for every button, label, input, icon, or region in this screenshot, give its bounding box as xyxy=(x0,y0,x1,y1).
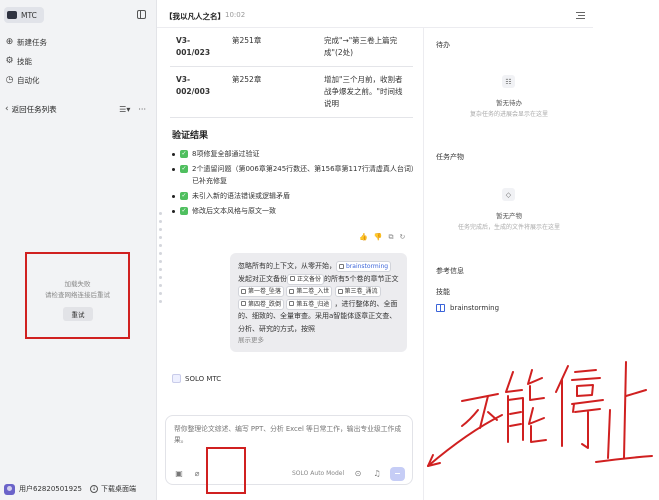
table-cell-chapter: 第251章 xyxy=(226,28,318,67)
folder-tag[interactable]: 第四卷_跌倒 xyxy=(238,298,285,310)
annotation-send-highlight xyxy=(206,447,246,494)
folder-icon xyxy=(241,288,246,294)
image-attach-icon[interactable]: ▣ xyxy=(174,468,184,478)
book-icon xyxy=(436,304,445,312)
workspace-name: MTC xyxy=(21,10,37,20)
sidebar-item-label: 技能 xyxy=(17,56,32,66)
app-logo-icon xyxy=(7,11,17,19)
table-cell-volume: V3-002/003 xyxy=(170,66,226,118)
check-icon: ✓ xyxy=(180,192,188,200)
chevron-left-icon: ‹ xyxy=(5,104,9,114)
load-fail-hint: 请检查网络连接后重试 xyxy=(45,291,110,299)
table-cell-change: 完成"→"第三卷上篇完成"(2处) xyxy=(318,28,413,67)
list-item: ✓ 修改后文本风格与原文一致 xyxy=(172,205,417,217)
avatar[interactable] xyxy=(4,483,15,495)
folder-tag[interactable]: 第二卷_入世 xyxy=(286,286,333,297)
sidebar-item-automation[interactable]: ◷ 自动化 xyxy=(5,73,40,87)
table-row: V3-001/023 第251章 完成"→"第三卷上篇完成"(2处) xyxy=(170,28,413,67)
chapter-change-table: V3-001/023 第251章 完成"→"第三卷上篇完成"(2处) V3-00… xyxy=(170,28,413,118)
copy-icon[interactable]: ⧉ xyxy=(388,233,393,242)
filter-icon[interactable]: ☰▾ xyxy=(119,105,130,114)
table-cell-change: 增加"三个月前，收割者战争爆发之前。"时间线说明 xyxy=(318,66,413,118)
settings-icon[interactable]: ⊙ xyxy=(353,468,363,478)
panel-toggle-icon[interactable] xyxy=(576,12,585,19)
user-message-bubble: 忽略所有的上下文，从零开始， brainstorming 发起对正文备份 正文备份的… xyxy=(230,253,407,352)
agent-icon xyxy=(172,374,181,383)
folder-tag[interactable]: 正文备份 xyxy=(287,273,325,285)
list-item: ✓ 未引入新的语法错误或逻辑矛盾 xyxy=(172,190,417,202)
section-title: 返回任务列表 xyxy=(11,104,57,114)
folder-icon xyxy=(241,301,246,306)
user-bar: 用户62820501925 ↓ 下载桌面端 xyxy=(4,482,154,496)
folder-icon xyxy=(289,288,295,294)
skill-tag[interactable]: brainstorming xyxy=(336,261,392,272)
folder-tag[interactable]: 第五卷_归途 xyxy=(286,298,333,310)
check-icon: ✓ xyxy=(180,165,188,173)
send-button[interactable] xyxy=(390,467,405,481)
more-icon[interactable]: ··· xyxy=(138,105,146,114)
sidebar-collapse-icon[interactable] xyxy=(137,10,146,19)
list-item: ✓ 8项修复全部通过验证 xyxy=(172,148,417,160)
todo-title: 待办 xyxy=(436,41,450,49)
retry-button[interactable]: 重试 xyxy=(63,307,93,321)
skill-tag-icon xyxy=(339,263,344,269)
folder-icon xyxy=(289,301,295,306)
load-fail-title: 加载失败 xyxy=(64,280,91,288)
thumbs-down-icon[interactable]: 👎 xyxy=(374,233,383,242)
show-more-link[interactable]: 展示更多 xyxy=(238,334,264,347)
output-title: 任务产物 xyxy=(436,153,464,161)
sidebar-item-label: 自动化 xyxy=(17,75,40,85)
folder-icon xyxy=(290,276,295,281)
composer: ▣ ⌀ SOLO Auto Model ⊙ ♫ xyxy=(165,415,413,485)
sidebar: MTC ⊕ 新建任务 ⚙ 技能 ◷ 自动化 ‹ 返回任务列表 ☰▾ ··· 加载… xyxy=(0,0,157,500)
check-icon: ✓ xyxy=(180,207,188,215)
list-item: ✓ 2个遗留问题（第006章第245行数还、第156章第117行清虚真人台词）已补… xyxy=(172,163,417,187)
todo-empty-text: 暂无待办 xyxy=(496,99,522,107)
table-cell-volume: V3-001/023 xyxy=(170,28,226,67)
sidebar-item-skills[interactable]: ⚙ 技能 xyxy=(5,54,32,68)
task-title: 【我以凡人之名】 xyxy=(165,12,225,21)
conversation-scroll-indicator[interactable] xyxy=(159,212,163,308)
table-cell-chapter: 第252章 xyxy=(226,66,318,118)
model-selector[interactable]: SOLO Auto Model xyxy=(292,470,344,477)
check-icon: ✓ xyxy=(180,150,188,158)
output-empty-text: 暂无产物 xyxy=(496,212,522,220)
chat-plus-icon: ⊕ xyxy=(5,37,14,47)
download-icon: ↓ xyxy=(90,485,98,493)
skill-section-title: 技能 xyxy=(436,288,450,296)
microphone-icon[interactable]: ♫ xyxy=(372,468,382,478)
message-actions: 👍 👎 ⧉ ↻ xyxy=(359,233,405,242)
sidebar-item-new-task[interactable]: ⊕ 新建任务 xyxy=(5,35,47,49)
agent-label: SOLO MTC xyxy=(172,374,221,383)
download-desktop-link[interactable]: ↓ 下载桌面端 xyxy=(90,484,136,494)
workspace-logo[interactable]: MTC xyxy=(4,7,44,23)
sidebar-item-label: 新建任务 xyxy=(17,37,47,47)
chat-header: 【我以凡人之名】 10:02 xyxy=(157,0,593,28)
output-empty-hint: 任务完成后，生成的文件将展示在这里 xyxy=(457,224,560,231)
todo-empty-hint: 复杂任务的进展会显示在这里 xyxy=(469,111,548,118)
back-to-task-list[interactable]: ‹ 返回任务列表 ☰▾ ··· xyxy=(5,102,153,116)
paperclip-icon[interactable]: ⌀ xyxy=(192,468,202,478)
thumbs-up-icon[interactable]: 👍 xyxy=(359,233,368,242)
download-label: 下载桌面端 xyxy=(101,485,136,493)
load-failed-panel: 加载失败 请检查网络连接后重试 重试 xyxy=(25,252,130,339)
clock-icon: ◷ xyxy=(5,75,14,85)
todo-list-icon: ☷ xyxy=(502,75,515,88)
folder-icon xyxy=(337,288,343,294)
skill-reference-item[interactable]: brainstorming xyxy=(436,304,499,312)
folder-tag[interactable]: 第三卷_涌流 xyxy=(334,286,381,297)
right-panel: 待办 ☷ 暂无待办 复杂任务的进展会显示在这里 任务产物 ◇ 暂无产物 任务完成… xyxy=(423,28,593,500)
section-tools: ☰▾ ··· xyxy=(119,102,146,116)
user-name[interactable]: 用户62820501925 xyxy=(19,484,82,494)
task-time: 10:02 xyxy=(225,11,246,19)
package-icon: ◇ xyxy=(502,188,515,201)
verify-list: ✓ 8项修复全部通过验证 ✓ 2个遗留问题（第006章第245行数还、第156章第1… xyxy=(172,148,417,220)
folder-tag[interactable]: 第一卷_坠落 xyxy=(238,286,285,297)
table-row: V3-002/003 第252章 增加"三个月前，收割者战争爆发之前。"时间线说… xyxy=(170,66,413,118)
skill-icon: ⚙ xyxy=(5,56,14,66)
retry-icon[interactable]: ↻ xyxy=(399,233,405,242)
verify-heading: 验证结果 xyxy=(172,131,209,141)
reference-title: 参考信息 xyxy=(436,267,464,275)
